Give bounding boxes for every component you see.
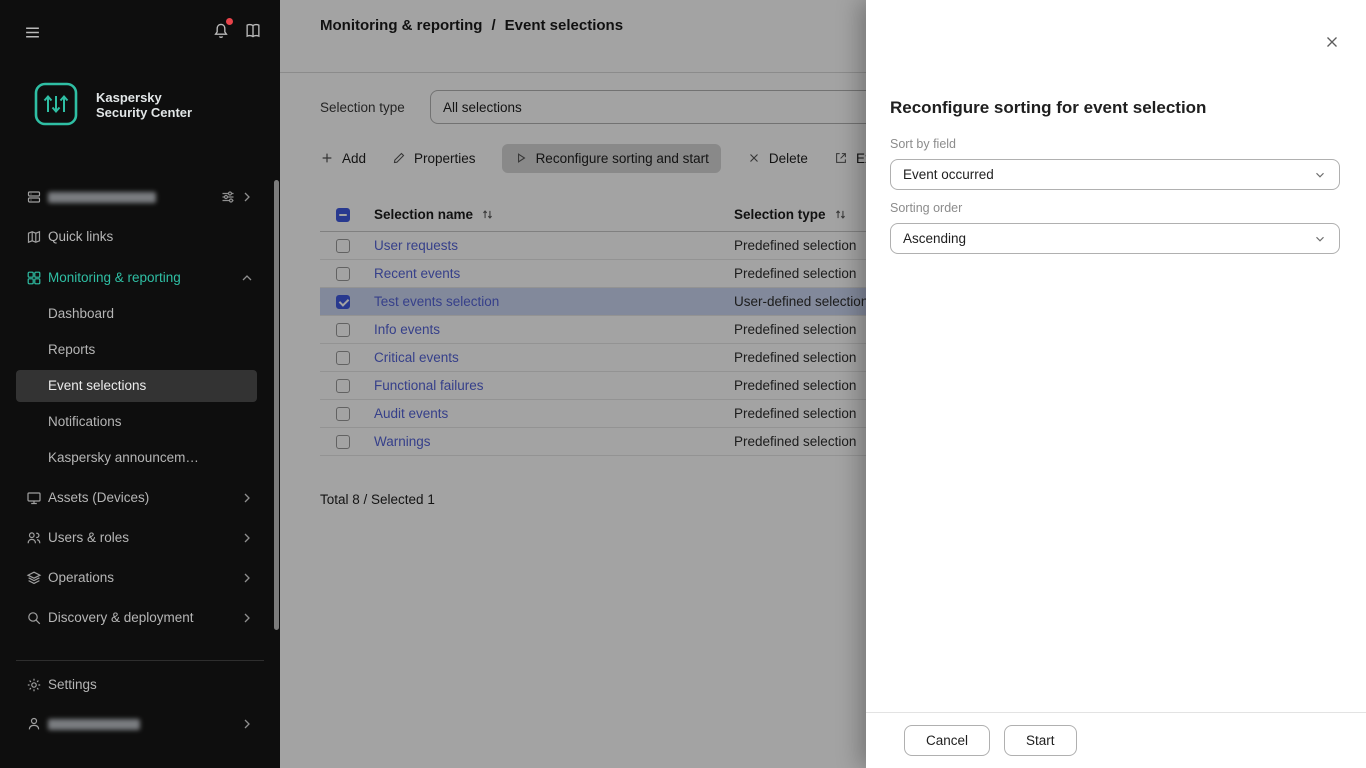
monitor-icon: [26, 490, 42, 506]
sidebar-item-label: Notifications: [48, 414, 122, 429]
sidebar-item-users-roles[interactable]: Users & roles: [0, 520, 280, 556]
sidebar-divider: [16, 660, 264, 661]
sidebar-item-label: Operations: [48, 570, 114, 585]
help-book-icon[interactable]: [244, 22, 262, 40]
chevron-down-icon: [1313, 232, 1327, 246]
sidebar-item-label: Monitoring & reporting: [48, 270, 181, 285]
sidebar-item-label: Dashboard: [48, 306, 114, 321]
chevron-down-icon: [1313, 168, 1327, 182]
chevron-up-icon[interactable]: [239, 270, 255, 286]
server-name-redacted: [48, 192, 156, 203]
sorting-order-value: Ascending: [903, 231, 966, 246]
map-icon: [26, 229, 42, 245]
sidebar-item-label: Assets (Devices): [48, 490, 149, 505]
sorting-order-label: Sorting order: [890, 201, 962, 215]
sidebar-item-label: Reports: [48, 342, 95, 357]
sidebar-item-event-selections[interactable]: Event selections: [0, 368, 280, 404]
notification-badge-dot: [226, 18, 233, 25]
chevron-right-icon[interactable]: [239, 570, 255, 586]
start-button[interactable]: Start: [1004, 725, 1077, 756]
logo-line1: Kaspersky: [96, 90, 192, 105]
cancel-button[interactable]: Cancel: [904, 725, 990, 756]
sidebar-item-operations[interactable]: Operations: [0, 560, 280, 596]
sort-by-field-dropdown[interactable]: Event occurred: [890, 159, 1340, 190]
sidebar: Kaspersky Security Center Quick links: [0, 0, 280, 768]
sidebar-scrollbar[interactable]: [274, 180, 279, 630]
sliders-icon[interactable]: [220, 189, 236, 205]
sidebar-item-label: Discovery & deployment: [48, 610, 194, 625]
sidebar-item-label: Settings: [48, 677, 97, 692]
sort-by-field-label: Sort by field: [890, 137, 956, 151]
chevron-right-icon[interactable]: [239, 716, 255, 732]
hamburger-menu-icon[interactable]: [24, 24, 41, 41]
layers-icon: [26, 570, 42, 586]
users-icon: [26, 530, 42, 546]
app-window: Kaspersky Security Center Quick links: [0, 0, 1366, 768]
sidebar-item-label: Event selections: [48, 378, 146, 393]
sidebar-item-notifications[interactable]: Notifications: [0, 404, 280, 440]
sort-by-field-value: Event occurred: [903, 167, 994, 182]
panel-footer: Cancel Start: [866, 712, 1366, 768]
sidebar-item-user-account[interactable]: [0, 706, 280, 742]
logo-line2: Security Center: [96, 105, 192, 120]
sorting-order-dropdown[interactable]: Ascending: [890, 223, 1340, 254]
sidebar-item-label: Kaspersky announcem…: [48, 450, 199, 465]
reconfigure-sorting-panel: Reconfigure sorting for event selection …: [866, 0, 1366, 768]
sidebar-item-reports[interactable]: Reports: [0, 332, 280, 368]
sidebar-item-label: Quick links: [48, 229, 113, 244]
sidebar-item-monitoring-reporting[interactable]: Monitoring & reporting: [0, 260, 280, 296]
kaspersky-logo-icon: [32, 80, 80, 128]
sidebar-item-quick-links[interactable]: Quick links: [0, 219, 280, 255]
logo-text: Kaspersky Security Center: [96, 90, 192, 120]
sidebar-item-discovery-deployment[interactable]: Discovery & deployment: [0, 600, 280, 636]
username-redacted: [48, 719, 140, 730]
person-icon: [26, 716, 42, 732]
sidebar-item-label: Users & roles: [48, 530, 129, 545]
server-icon: [26, 189, 42, 205]
chevron-right-icon[interactable]: [239, 189, 255, 205]
grid-icon: [26, 270, 42, 286]
panel-title: Reconfigure sorting for event selection: [890, 98, 1206, 118]
chevron-right-icon[interactable]: [239, 530, 255, 546]
magnifier-icon: [26, 610, 42, 626]
sidebar-item-server[interactable]: [0, 179, 280, 215]
gear-icon: [26, 677, 42, 693]
chevron-right-icon[interactable]: [239, 610, 255, 626]
chevron-right-icon[interactable]: [239, 490, 255, 506]
close-icon[interactable]: [1324, 34, 1340, 50]
sidebar-item-kaspersky-announcements[interactable]: Kaspersky announcem…: [0, 440, 280, 476]
sidebar-item-assets-devices[interactable]: Assets (Devices): [0, 480, 280, 516]
sidebar-item-dashboard[interactable]: Dashboard: [0, 296, 280, 332]
sidebar-item-settings[interactable]: Settings: [0, 667, 280, 703]
